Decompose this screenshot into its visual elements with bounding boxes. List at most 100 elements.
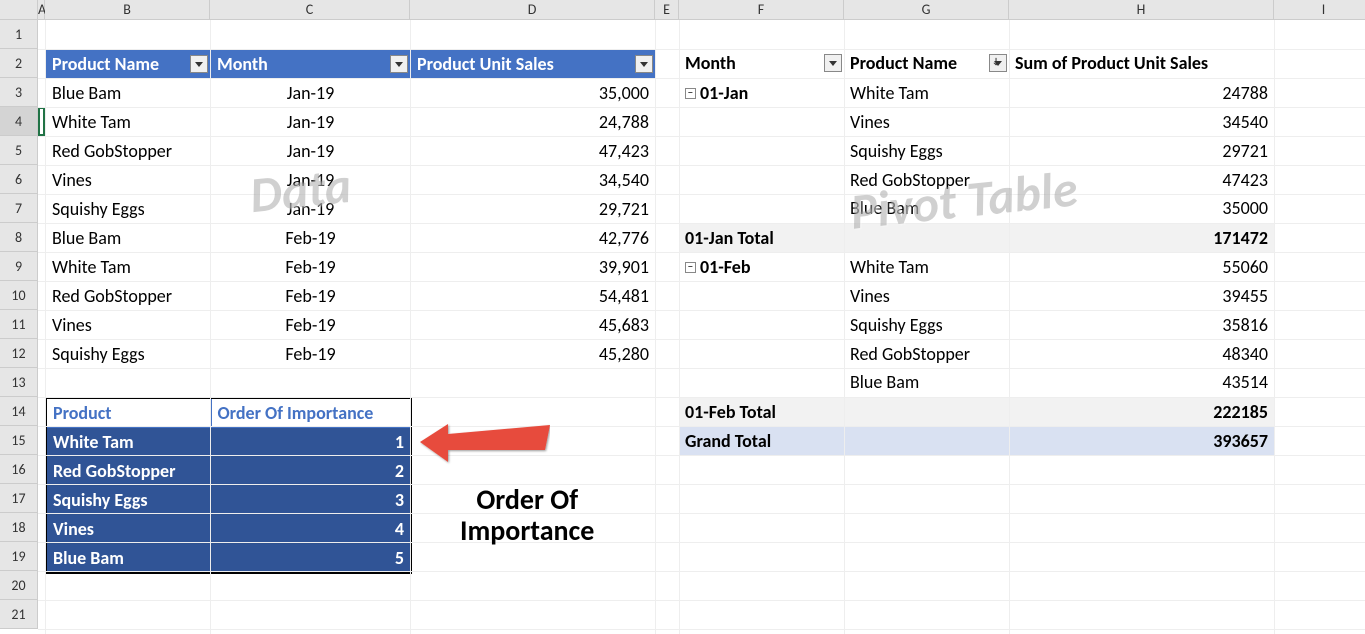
pivot-empty-cell[interactable]: [679, 194, 844, 223]
pivot-value-cell[interactable]: 39455: [1009, 281, 1274, 310]
row-header[interactable]: 1: [0, 20, 38, 49]
cell-product[interactable]: Red GobStopper: [46, 282, 211, 311]
pivot-month-cell[interactable]: −01-Feb: [679, 252, 844, 281]
table-row[interactable]: Squishy Eggs3: [46, 486, 411, 515]
filter-dropdown-icon[interactable]: [824, 54, 842, 72]
cell-product[interactable]: Blue Bam: [46, 544, 211, 574]
cell-sales[interactable]: 45,280: [411, 340, 656, 369]
pivot-product-cell[interactable]: Vines: [844, 107, 1009, 136]
pivot-row[interactable]: Vines34540: [679, 107, 1274, 136]
pivot-row[interactable]: Red GobStopper47423: [679, 165, 1274, 194]
cell-month[interactable]: Jan-19: [211, 108, 411, 137]
column-header[interactable]: C: [210, 0, 410, 20]
table-row[interactable]: Red GobStopperJan-1947,423: [46, 137, 656, 166]
row-header[interactable]: 21: [0, 600, 38, 629]
row-header[interactable]: 3: [0, 78, 38, 107]
sort-dropdown-icon[interactable]: [989, 54, 1007, 72]
pivot-row[interactable]: Vines39455: [679, 281, 1274, 310]
cell-order[interactable]: 1: [211, 428, 411, 457]
row-header[interactable]: 2: [0, 49, 38, 78]
pivot-product-cell[interactable]: Red GobStopper: [844, 339, 1009, 368]
row-header[interactable]: 16: [0, 455, 38, 484]
row-header[interactable]: 12: [0, 339, 38, 368]
row-header[interactable]: 8: [0, 223, 38, 252]
cell-order[interactable]: 3: [211, 486, 411, 515]
pivot-product-cell[interactable]: Squishy Eggs: [844, 310, 1009, 339]
pivot-value-cell[interactable]: 34540: [1009, 107, 1274, 136]
filter-dropdown-icon[interactable]: [190, 55, 208, 73]
cell-month[interactable]: Jan-19: [211, 166, 411, 195]
pivot-value-cell[interactable]: 55060: [1009, 252, 1274, 281]
filter-dropdown-icon[interactable]: [635, 55, 653, 73]
table-row[interactable]: Vines4: [46, 515, 411, 544]
row-header[interactable]: 7: [0, 194, 38, 223]
cell-product[interactable]: Vines: [46, 166, 211, 195]
pivot-product-cell[interactable]: Squishy Eggs: [844, 136, 1009, 165]
cell-sales[interactable]: 45,683: [411, 311, 656, 340]
cell-order[interactable]: 5: [211, 544, 411, 574]
pivot-empty-cell[interactable]: [679, 165, 844, 194]
pivot-product-cell[interactable]: Blue Bam: [844, 368, 1009, 397]
row-header[interactable]: 11: [0, 310, 38, 339]
cell-sales[interactable]: 35,000: [411, 79, 656, 108]
cell-product[interactable]: White Tam: [46, 108, 211, 137]
table-row[interactable]: Blue Bam5: [46, 544, 411, 574]
row-header[interactable]: 15: [0, 426, 38, 455]
filter-dropdown-icon[interactable]: [390, 55, 408, 73]
pivot-header-product[interactable]: Product Name: [844, 49, 1009, 78]
column-header[interactable]: G: [844, 0, 1009, 20]
cell-sales[interactable]: 34,540: [411, 166, 656, 195]
select-all-corner[interactable]: [0, 0, 38, 20]
pivot-empty-cell[interactable]: [679, 339, 844, 368]
table-row[interactable]: Blue BamJan-1935,000: [46, 79, 656, 108]
pivot-row[interactable]: Blue Bam43514: [679, 368, 1274, 397]
pivot-empty-cell[interactable]: [679, 310, 844, 339]
row-header[interactable]: 6: [0, 165, 38, 194]
data-header-month[interactable]: Month: [211, 50, 411, 79]
pivot-header-month[interactable]: Month: [679, 49, 844, 78]
cell-product[interactable]: Squishy Eggs: [46, 486, 211, 515]
cell-month[interactable]: Jan-19: [211, 195, 411, 224]
table-row[interactable]: Squishy EggsJan-1929,721: [46, 195, 656, 224]
table-row[interactable]: Blue BamFeb-1942,776: [46, 224, 656, 253]
pivot-product-cell[interactable]: Blue Bam: [844, 194, 1009, 223]
cell-month[interactable]: Feb-19: [211, 253, 411, 282]
cell-product[interactable]: Vines: [46, 311, 211, 340]
table-row[interactable]: Red GobStopper2: [46, 457, 411, 486]
pivot-value-cell[interactable]: 24788: [1009, 78, 1274, 107]
cell-product[interactable]: Red GobStopper: [46, 457, 211, 486]
cell-product[interactable]: Squishy Eggs: [46, 340, 211, 369]
pivot-product-cell[interactable]: White Tam: [844, 252, 1009, 281]
cell-month[interactable]: Feb-19: [211, 311, 411, 340]
row-header[interactable]: 19: [0, 542, 38, 571]
pivot-value-cell[interactable]: 47423: [1009, 165, 1274, 194]
column-header[interactable]: B: [45, 0, 210, 20]
table-row[interactable]: White TamJan-1924,788: [46, 108, 656, 137]
column-header[interactable]: E: [655, 0, 679, 20]
cell-product[interactable]: Red GobStopper: [46, 137, 211, 166]
row-header[interactable]: 4: [0, 107, 38, 136]
pivot-value-cell[interactable]: 43514: [1009, 368, 1274, 397]
cell-order[interactable]: 2: [211, 457, 411, 486]
pivot-subtotal-row[interactable]: 01-Feb Total222185: [679, 397, 1274, 426]
row-header[interactable]: 5: [0, 136, 38, 165]
cell-month[interactable]: Feb-19: [211, 340, 411, 369]
column-header[interactable]: I: [1274, 0, 1365, 20]
table-row[interactable]: VinesJan-1934,540: [46, 166, 656, 195]
cell-month[interactable]: Jan-19: [211, 137, 411, 166]
row-header[interactable]: 9: [0, 252, 38, 281]
pivot-empty-cell[interactable]: [679, 107, 844, 136]
pivot-value-cell[interactable]: 48340: [1009, 339, 1274, 368]
pivot-value-cell[interactable]: 29721: [1009, 136, 1274, 165]
pivot-empty-cell[interactable]: [679, 368, 844, 397]
pivot-row[interactable]: Squishy Eggs35816: [679, 310, 1274, 339]
collapse-icon[interactable]: −: [685, 262, 696, 273]
pivot-row[interactable]: −01-JanWhite Tam24788: [679, 78, 1274, 107]
row-header[interactable]: 13: [0, 368, 38, 397]
cell-sales[interactable]: 42,776: [411, 224, 656, 253]
cell-sales[interactable]: 47,423: [411, 137, 656, 166]
column-header[interactable]: F: [679, 0, 844, 20]
cell-month[interactable]: Feb-19: [211, 224, 411, 253]
pivot-empty-cell[interactable]: [679, 136, 844, 165]
cell-product[interactable]: Squishy Eggs: [46, 195, 211, 224]
